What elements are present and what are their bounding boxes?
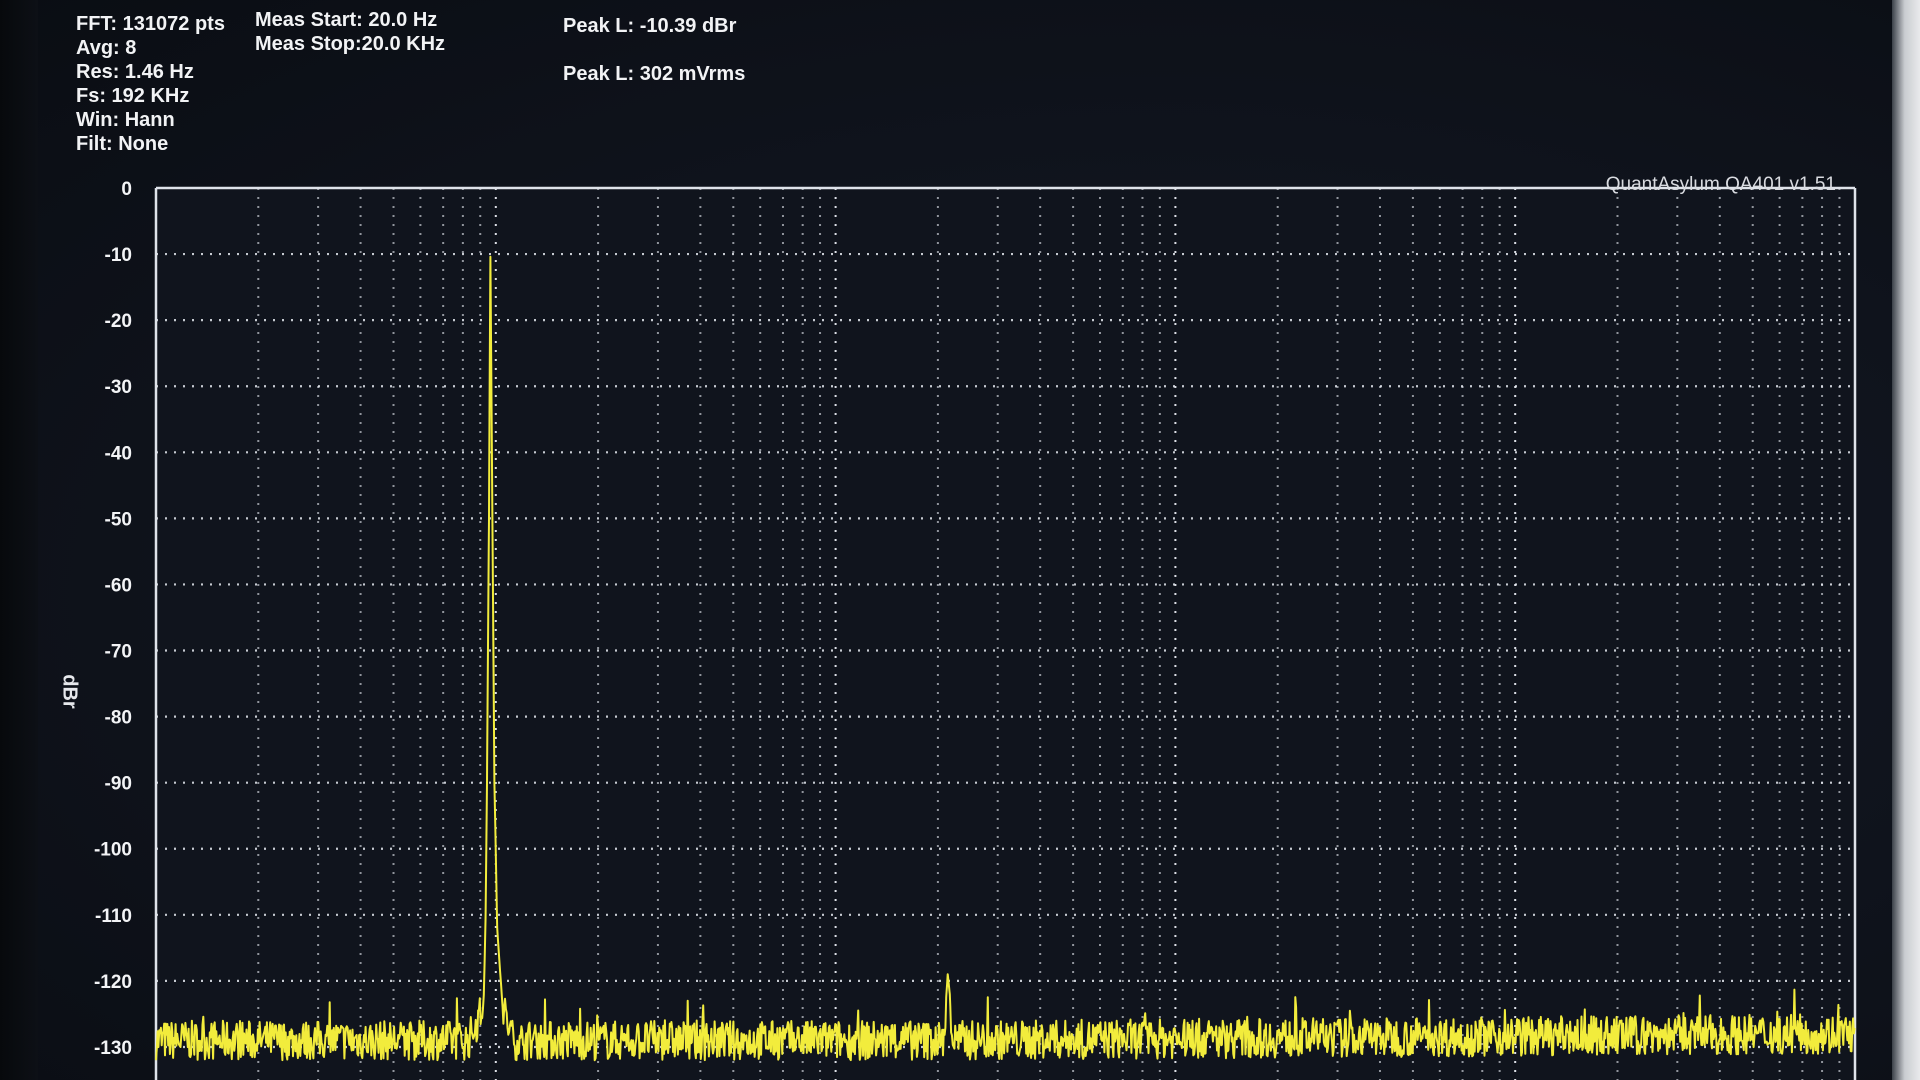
y-tick-label: -50 xyxy=(105,509,132,530)
spectrum-plot: 0 -10 -20 -30 -40 -50 -60 -70 -80 -90 -100 -110 -120… xyxy=(94,179,1857,1080)
software-version-label: QuantAsylum QA401 v1.51 xyxy=(1605,174,1836,195)
y-tick-label: -10 xyxy=(105,245,132,266)
y-tick-label: -60 xyxy=(105,575,132,596)
y-tick-label: -70 xyxy=(105,642,132,663)
y-tick-label: -30 xyxy=(105,377,132,398)
y-tick-label: -110 xyxy=(95,906,132,927)
y-tick-label: -130 xyxy=(94,1038,132,1059)
plot-area xyxy=(156,188,1855,1080)
y-tick-label: 0 xyxy=(121,179,132,200)
y-tick-label: -20 xyxy=(105,311,132,332)
y-tick-label: -100 xyxy=(94,840,132,861)
y-tick-label: -80 xyxy=(105,708,132,729)
y-tick-label: -120 xyxy=(94,972,132,993)
y-tick-label: -40 xyxy=(105,443,132,464)
y-tick-label: -90 xyxy=(105,774,132,795)
